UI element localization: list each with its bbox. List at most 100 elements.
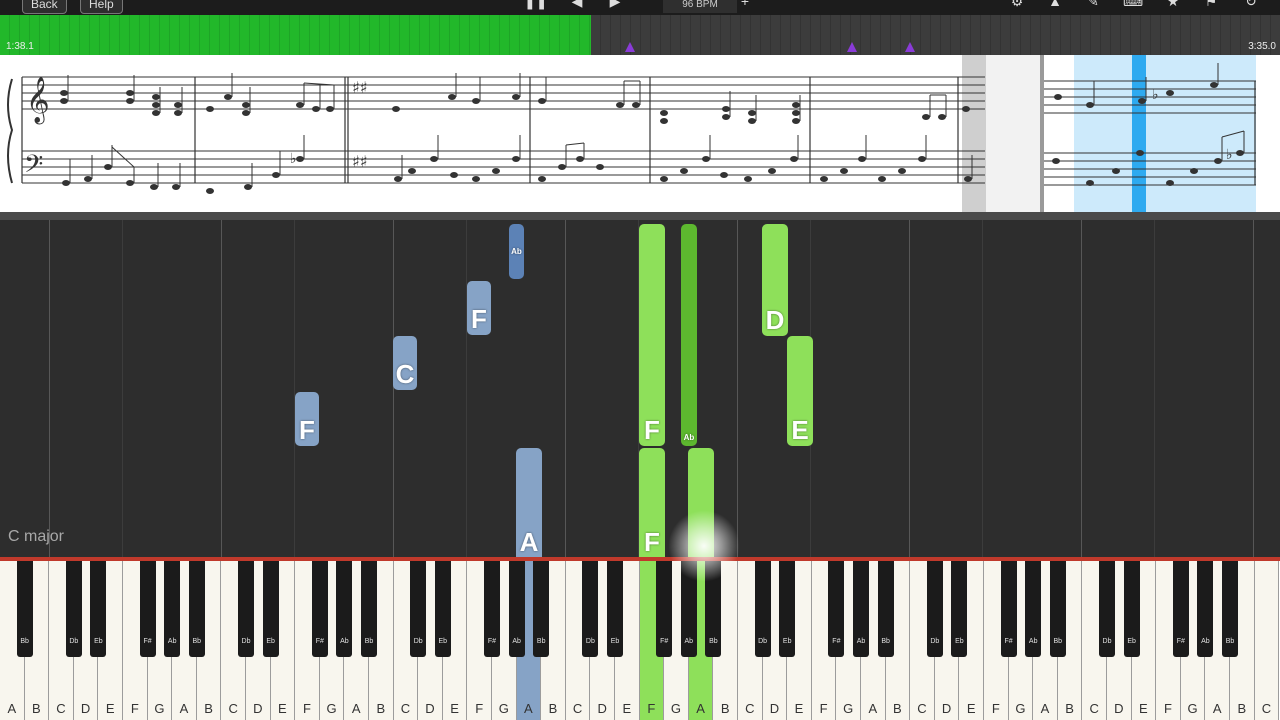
skip-forward-icon[interactable]: ▶ bbox=[604, 0, 626, 12]
white-key-label: C bbox=[1089, 701, 1099, 716]
black-key[interactable]: Bb bbox=[533, 561, 550, 657]
black-key-label: Eb bbox=[94, 638, 103, 645]
white-key-label: F bbox=[475, 701, 484, 716]
black-key[interactable]: F# bbox=[656, 561, 673, 657]
help-button[interactable]: Help bbox=[80, 0, 123, 14]
black-key-label: Eb bbox=[266, 638, 275, 645]
black-key-label: Bb bbox=[536, 638, 546, 645]
black-key[interactable]: Db bbox=[65, 561, 82, 657]
metronome-icon[interactable]: ▲ bbox=[1044, 0, 1066, 12]
white-key-label: F bbox=[303, 701, 311, 716]
black-key-label: Db bbox=[585, 638, 595, 645]
white-key-label: E bbox=[1139, 701, 1148, 716]
tempo-display[interactable]: 96 BPM bbox=[663, 0, 737, 13]
piano-keyboard[interactable]: ABCDEFGABCDEFGABCDEFGABCDEFGABCDEFGABCDE… bbox=[0, 561, 1280, 720]
black-key[interactable]: Eb bbox=[951, 561, 968, 657]
keyboard-icon[interactable]: ⌨ bbox=[1122, 0, 1144, 12]
black-key-label: F# bbox=[315, 638, 324, 645]
grid-line bbox=[466, 220, 467, 558]
white-key-label: F bbox=[130, 701, 139, 716]
back-button[interactable]: Back bbox=[22, 0, 67, 14]
black-key[interactable]: Bb bbox=[1049, 561, 1066, 657]
sheet-divider[interactable] bbox=[0, 212, 1280, 220]
top-toolbar: Back Help ❚❚ ◀ ▶ 96 BPM + ⚙ ▲ ✎ ⌨ ★ ⚑ ↻ bbox=[0, 0, 1280, 15]
bookmark-icon[interactable]: ⚑ bbox=[1200, 0, 1222, 12]
note-bar: Ab bbox=[681, 224, 697, 446]
black-key[interactable]: Bb bbox=[877, 561, 894, 657]
sheet-music-panel[interactable]: 𝄞 𝄢 ♯♯ ♯♯ ♭ ♭ ♭ bbox=[0, 55, 1280, 214]
black-key[interactable]: F# bbox=[484, 561, 500, 657]
pencil-icon[interactable]: ✎ bbox=[1082, 0, 1104, 12]
note-label: F bbox=[644, 415, 660, 445]
white-key-label: E bbox=[450, 701, 459, 716]
white-key-label: A bbox=[868, 701, 878, 716]
black-key[interactable]: Bb bbox=[1222, 561, 1238, 657]
note-label: Ab bbox=[511, 247, 522, 256]
pause-icon[interactable]: ❚❚ bbox=[524, 0, 547, 12]
note-label: E bbox=[791, 415, 809, 445]
black-key[interactable]: Bb bbox=[16, 561, 33, 657]
white-key-label: A bbox=[696, 701, 705, 716]
black-key-label: Ab bbox=[1201, 638, 1210, 645]
black-key-label: Bb bbox=[1053, 638, 1063, 645]
white-key-label: A bbox=[1040, 701, 1050, 716]
gear-icon[interactable]: ⚙ bbox=[1006, 0, 1028, 12]
plus-icon[interactable]: + bbox=[734, 0, 756, 12]
black-key[interactable]: Eb bbox=[1123, 561, 1140, 657]
black-key[interactable]: Ab bbox=[853, 561, 869, 657]
star-icon[interactable]: ★ bbox=[1162, 0, 1184, 12]
white-key-label: C bbox=[917, 701, 927, 716]
white-key-label: G bbox=[670, 701, 682, 716]
black-key-label: F# bbox=[1004, 638, 1013, 645]
black-key[interactable]: Db bbox=[926, 561, 943, 657]
black-key[interactable]: Eb bbox=[262, 561, 279, 657]
white-key-label: F bbox=[991, 701, 1000, 716]
grid-line bbox=[393, 220, 394, 558]
black-key[interactable]: F# bbox=[828, 561, 845, 657]
black-key[interactable]: Ab bbox=[336, 561, 353, 657]
black-key[interactable]: Db bbox=[582, 561, 599, 657]
white-key-label: B bbox=[32, 701, 41, 716]
grid-line bbox=[909, 220, 910, 558]
white-key-label: E bbox=[622, 701, 632, 716]
white-key[interactable]: C bbox=[1254, 561, 1280, 720]
black-key[interactable]: Bb bbox=[361, 561, 377, 657]
black-key[interactable]: Bb bbox=[188, 561, 205, 657]
black-key[interactable]: Ab bbox=[164, 561, 181, 657]
black-key-label: Bb bbox=[709, 638, 718, 645]
black-key-label: Db bbox=[69, 638, 79, 645]
black-key[interactable]: Ab bbox=[508, 561, 525, 657]
timeline-marker[interactable] bbox=[847, 42, 857, 52]
note-bar: F bbox=[467, 281, 491, 335]
white-key-label: G bbox=[843, 701, 854, 716]
loop-icon[interactable]: ↻ bbox=[1240, 0, 1262, 12]
black-key[interactable]: Db bbox=[754, 561, 771, 657]
timeline-scrubber[interactable]: 1:38.1 3:35.0 bbox=[0, 15, 1280, 55]
black-key[interactable]: Eb bbox=[434, 561, 451, 657]
note-bar: C bbox=[393, 336, 417, 390]
black-key[interactable]: Ab bbox=[1025, 561, 1042, 657]
grid-line bbox=[221, 220, 222, 558]
white-key-label: A bbox=[7, 701, 17, 716]
black-key[interactable]: Db bbox=[1099, 561, 1115, 657]
black-key-label: Bb bbox=[20, 638, 29, 645]
black-key[interactable]: F# bbox=[311, 561, 328, 657]
black-key[interactable]: Ab bbox=[1197, 561, 1214, 657]
key-signature-label: C major bbox=[8, 528, 65, 545]
white-key-label: E bbox=[105, 701, 115, 716]
skip-back-icon[interactable]: ◀ bbox=[566, 0, 588, 12]
timeline-marker[interactable] bbox=[905, 42, 915, 52]
black-key[interactable]: Db bbox=[238, 561, 254, 657]
note-bar: F bbox=[295, 392, 319, 446]
black-key[interactable]: Eb bbox=[90, 561, 107, 657]
black-key[interactable]: F# bbox=[139, 561, 156, 657]
black-key[interactable]: Db bbox=[410, 561, 427, 657]
white-key-label: B bbox=[204, 701, 213, 716]
timeline-marker[interactable] bbox=[625, 42, 635, 52]
white-key-label: F bbox=[819, 701, 828, 716]
black-key[interactable]: F# bbox=[1000, 561, 1017, 657]
black-key[interactable]: Eb bbox=[779, 561, 796, 657]
grid-line bbox=[122, 220, 123, 558]
black-key[interactable]: F# bbox=[1172, 561, 1189, 657]
black-key[interactable]: Eb bbox=[607, 561, 623, 657]
